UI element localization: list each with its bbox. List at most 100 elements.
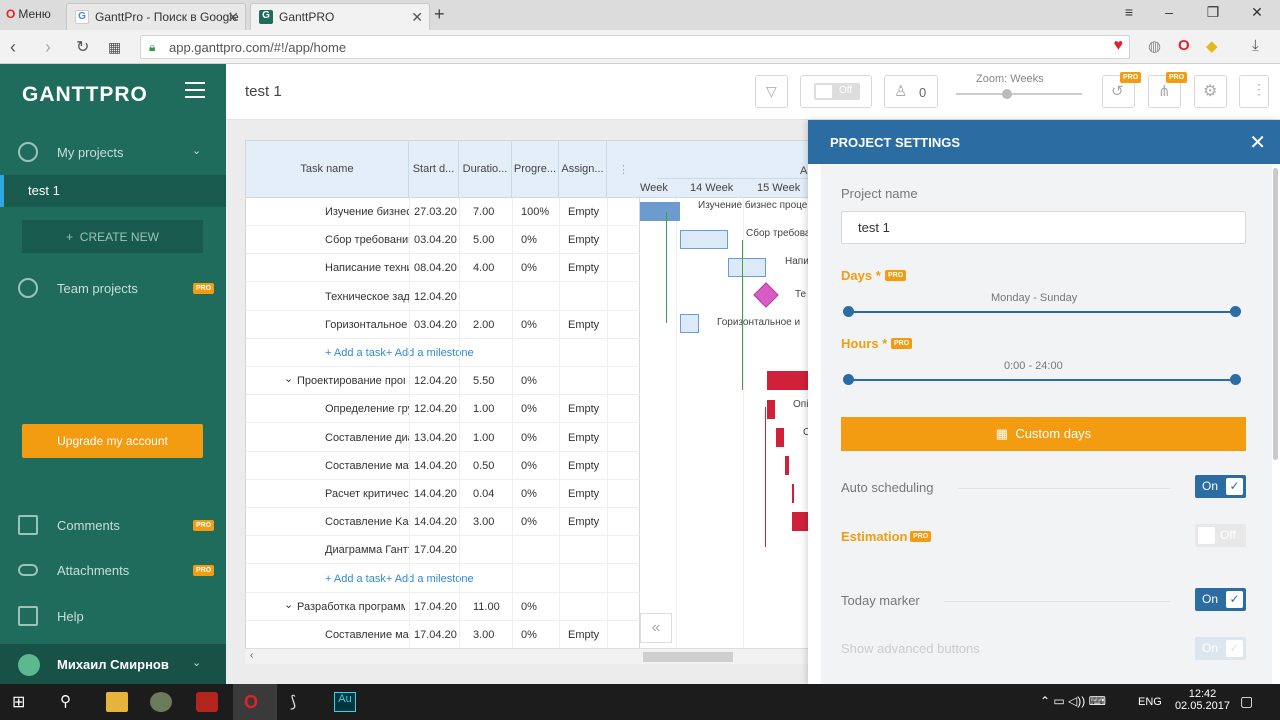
opera-icon[interactable]: O — [244, 692, 266, 712]
cell-start[interactable]: 27.03.20 — [414, 206, 458, 218]
column-header-assign[interactable]: Assign... — [559, 141, 607, 198]
task-bar[interactable] — [776, 428, 784, 447]
task-bar[interactable] — [728, 258, 766, 277]
speed-dial-icon[interactable]: ▦ — [108, 39, 121, 56]
zoom-slider[interactable] — [956, 93, 1082, 95]
resources-button[interactable]: ♙ 0 — [884, 75, 938, 108]
windows-start-icon[interactable]: ⊞ — [12, 692, 34, 712]
table-row[interactable]: Составление матр 14.04.20 0.50 0% Empty — [246, 452, 641, 480]
forward-icon[interactable]: › — [45, 37, 51, 58]
task-bar[interactable] — [785, 456, 789, 475]
today-marker-toggle[interactable]: On ✓ — [1195, 588, 1246, 611]
horizontal-scrollbar[interactable]: ‹ — [245, 648, 808, 664]
cell-start[interactable]: 14.04.20 — [414, 488, 458, 500]
task-bar[interactable] — [792, 484, 794, 503]
custom-days-button[interactable]: ▦ Custom days — [841, 417, 1246, 451]
notification-icon[interactable]: ▢ — [1240, 693, 1253, 710]
days-slider-start-handle[interactable] — [843, 306, 854, 317]
cell-progress[interactable]: 0% — [521, 262, 557, 274]
app-icon[interactable] — [150, 692, 172, 712]
cell-duration[interactable]: 0.04 — [473, 488, 513, 500]
cell-progress[interactable]: 0% — [521, 488, 557, 500]
cell-start[interactable]: 13.04.20 — [414, 432, 458, 444]
sidebar-item-comments[interactable]: Comments PRO — [0, 505, 226, 545]
task-bar[interactable] — [640, 202, 680, 221]
table-row[interactable]: Составление маке 17.04.20 3.00 0% Empty — [246, 621, 641, 649]
table-row[interactable]: Изучение бизнес п 27.03.20 7.00 100% Empty — [246, 198, 641, 226]
reload-icon[interactable]: ↻ — [76, 37, 89, 57]
column-header-task-name[interactable]: Task name — [246, 141, 409, 198]
table-row[interactable]: Диаграмма Гантт 17.04.20 — [246, 536, 641, 565]
cell-assign[interactable]: Empty — [568, 234, 604, 246]
tray-icons[interactable]: ⌃ ▭ ◁)) ⌨ — [1040, 694, 1106, 708]
history-button[interactable]: ↺ PRO — [1102, 72, 1142, 108]
minimize-icon[interactable]: – — [1154, 4, 1184, 24]
share-button[interactable]: ⋔ PRO — [1148, 72, 1188, 108]
critical-path-toggle[interactable]: Off — [800, 75, 872, 108]
cell-duration[interactable]: 11.00 — [473, 601, 513, 613]
cell-start[interactable]: 12.04.20 — [414, 403, 458, 415]
cell-duration[interactable]: 5.50 — [473, 375, 513, 387]
audition-icon[interactable]: Au — [334, 692, 356, 712]
table-row[interactable]: Составление Kanl 14.04.20 3.00 0% Empty — [246, 508, 641, 537]
cell-progress[interactable]: 0% — [521, 629, 557, 641]
vpn-icon[interactable]: ◍ — [1148, 37, 1161, 55]
add-task-row[interactable]: + Add a task+ Add a milestone — [246, 565, 641, 593]
cell-duration[interactable]: 4.00 — [473, 262, 513, 274]
browser-tab-ganttpro[interactable]: G GanttPRO ✕ — [250, 3, 430, 30]
hours-slider-end-handle[interactable] — [1230, 374, 1241, 385]
cell-start[interactable]: 12.04.20 — [414, 291, 458, 303]
heart-icon[interactable]: ♥ — [1114, 37, 1124, 55]
cell-assign[interactable]: Empty — [568, 403, 604, 415]
cell-start[interactable]: 14.04.20 — [414, 516, 458, 528]
settings-scrollbar[interactable] — [1273, 168, 1278, 460]
project-name-input[interactable]: test 1 — [841, 211, 1246, 244]
cell-progress[interactable]: 0% — [521, 432, 557, 444]
task-bar[interactable] — [792, 512, 808, 531]
create-new-button[interactable]: + CREATE NEW — [22, 220, 203, 253]
task-bar[interactable] — [680, 230, 728, 249]
hours-slider[interactable] — [849, 379, 1235, 381]
settings-button[interactable]: ⚙ — [1194, 75, 1227, 108]
cell-duration[interactable]: 1.00 — [473, 432, 513, 444]
cell-progress[interactable]: 0% — [521, 319, 557, 331]
scrollbar-thumb[interactable] — [643, 652, 733, 662]
table-row[interactable]: Составление диаг 13.04.20 1.00 0% Empty — [246, 424, 641, 452]
collapse-chevron-icon[interactable]: ⌄ — [284, 598, 293, 611]
cell-assign[interactable]: Empty — [568, 488, 604, 500]
clock[interactable]: 12:42 02.05.2017 — [1175, 688, 1230, 712]
cell-start[interactable]: 03.04.20 — [414, 319, 458, 331]
cell-duration[interactable]: 7.00 — [473, 206, 513, 218]
column-options-icon[interactable]: ⋮ — [607, 141, 641, 198]
cell-assign[interactable]: Empty — [568, 262, 604, 274]
sidebar-item-my-projects[interactable]: My projects ⌄ — [0, 132, 226, 172]
table-row[interactable]: Сбор требований 03.04.20 5.00 0% Empty — [246, 226, 641, 255]
zoom-slider-handle[interactable] — [1002, 89, 1012, 99]
cell-assign[interactable]: Empty — [568, 206, 604, 218]
column-header-duration[interactable]: Duratio... — [459, 141, 512, 198]
cell-progress[interactable]: 0% — [521, 234, 557, 246]
task-bar[interactable] — [680, 314, 699, 333]
days-slider[interactable] — [849, 311, 1235, 313]
cell-progress[interactable]: 0% — [521, 601, 557, 613]
sidebar-item-test-1[interactable]: test 1 — [0, 175, 226, 207]
cell-duration[interactable]: 1.00 — [473, 403, 513, 415]
file-explorer-icon[interactable] — [106, 692, 128, 712]
cell-start[interactable]: 03.04.20 — [414, 234, 458, 246]
cell-progress[interactable]: 0% — [521, 403, 557, 415]
sidebar-item-attachments[interactable]: Attachments PRO — [0, 550, 226, 590]
sidebar-item-team-projects[interactable]: Team projects PRO — [0, 268, 226, 308]
estimation-toggle[interactable]: Off — [1195, 524, 1246, 547]
cell-duration[interactable]: 5.00 — [473, 234, 513, 246]
cell-duration[interactable]: 2.00 — [473, 319, 513, 331]
hours-slider-start-handle[interactable] — [843, 374, 854, 385]
cell-progress[interactable]: 0% — [521, 460, 557, 472]
download-icon[interactable]: ⤓ — [1252, 37, 1259, 54]
table-row[interactable]: Написание технич 08.04.20 4.00 0% Empty — [246, 254, 641, 283]
auto-scheduling-toggle[interactable]: On ✓ — [1195, 475, 1246, 498]
collapse-chevron-icon[interactable]: ⌄ — [284, 372, 293, 385]
cell-duration[interactable]: 0.50 — [473, 460, 513, 472]
user-menu[interactable]: Михаил Смирнов ⌄ — [0, 644, 226, 684]
tab-menu-icon[interactable]: ≡ — [1114, 4, 1144, 24]
search-icon[interactable]: ⚲ — [60, 692, 82, 712]
